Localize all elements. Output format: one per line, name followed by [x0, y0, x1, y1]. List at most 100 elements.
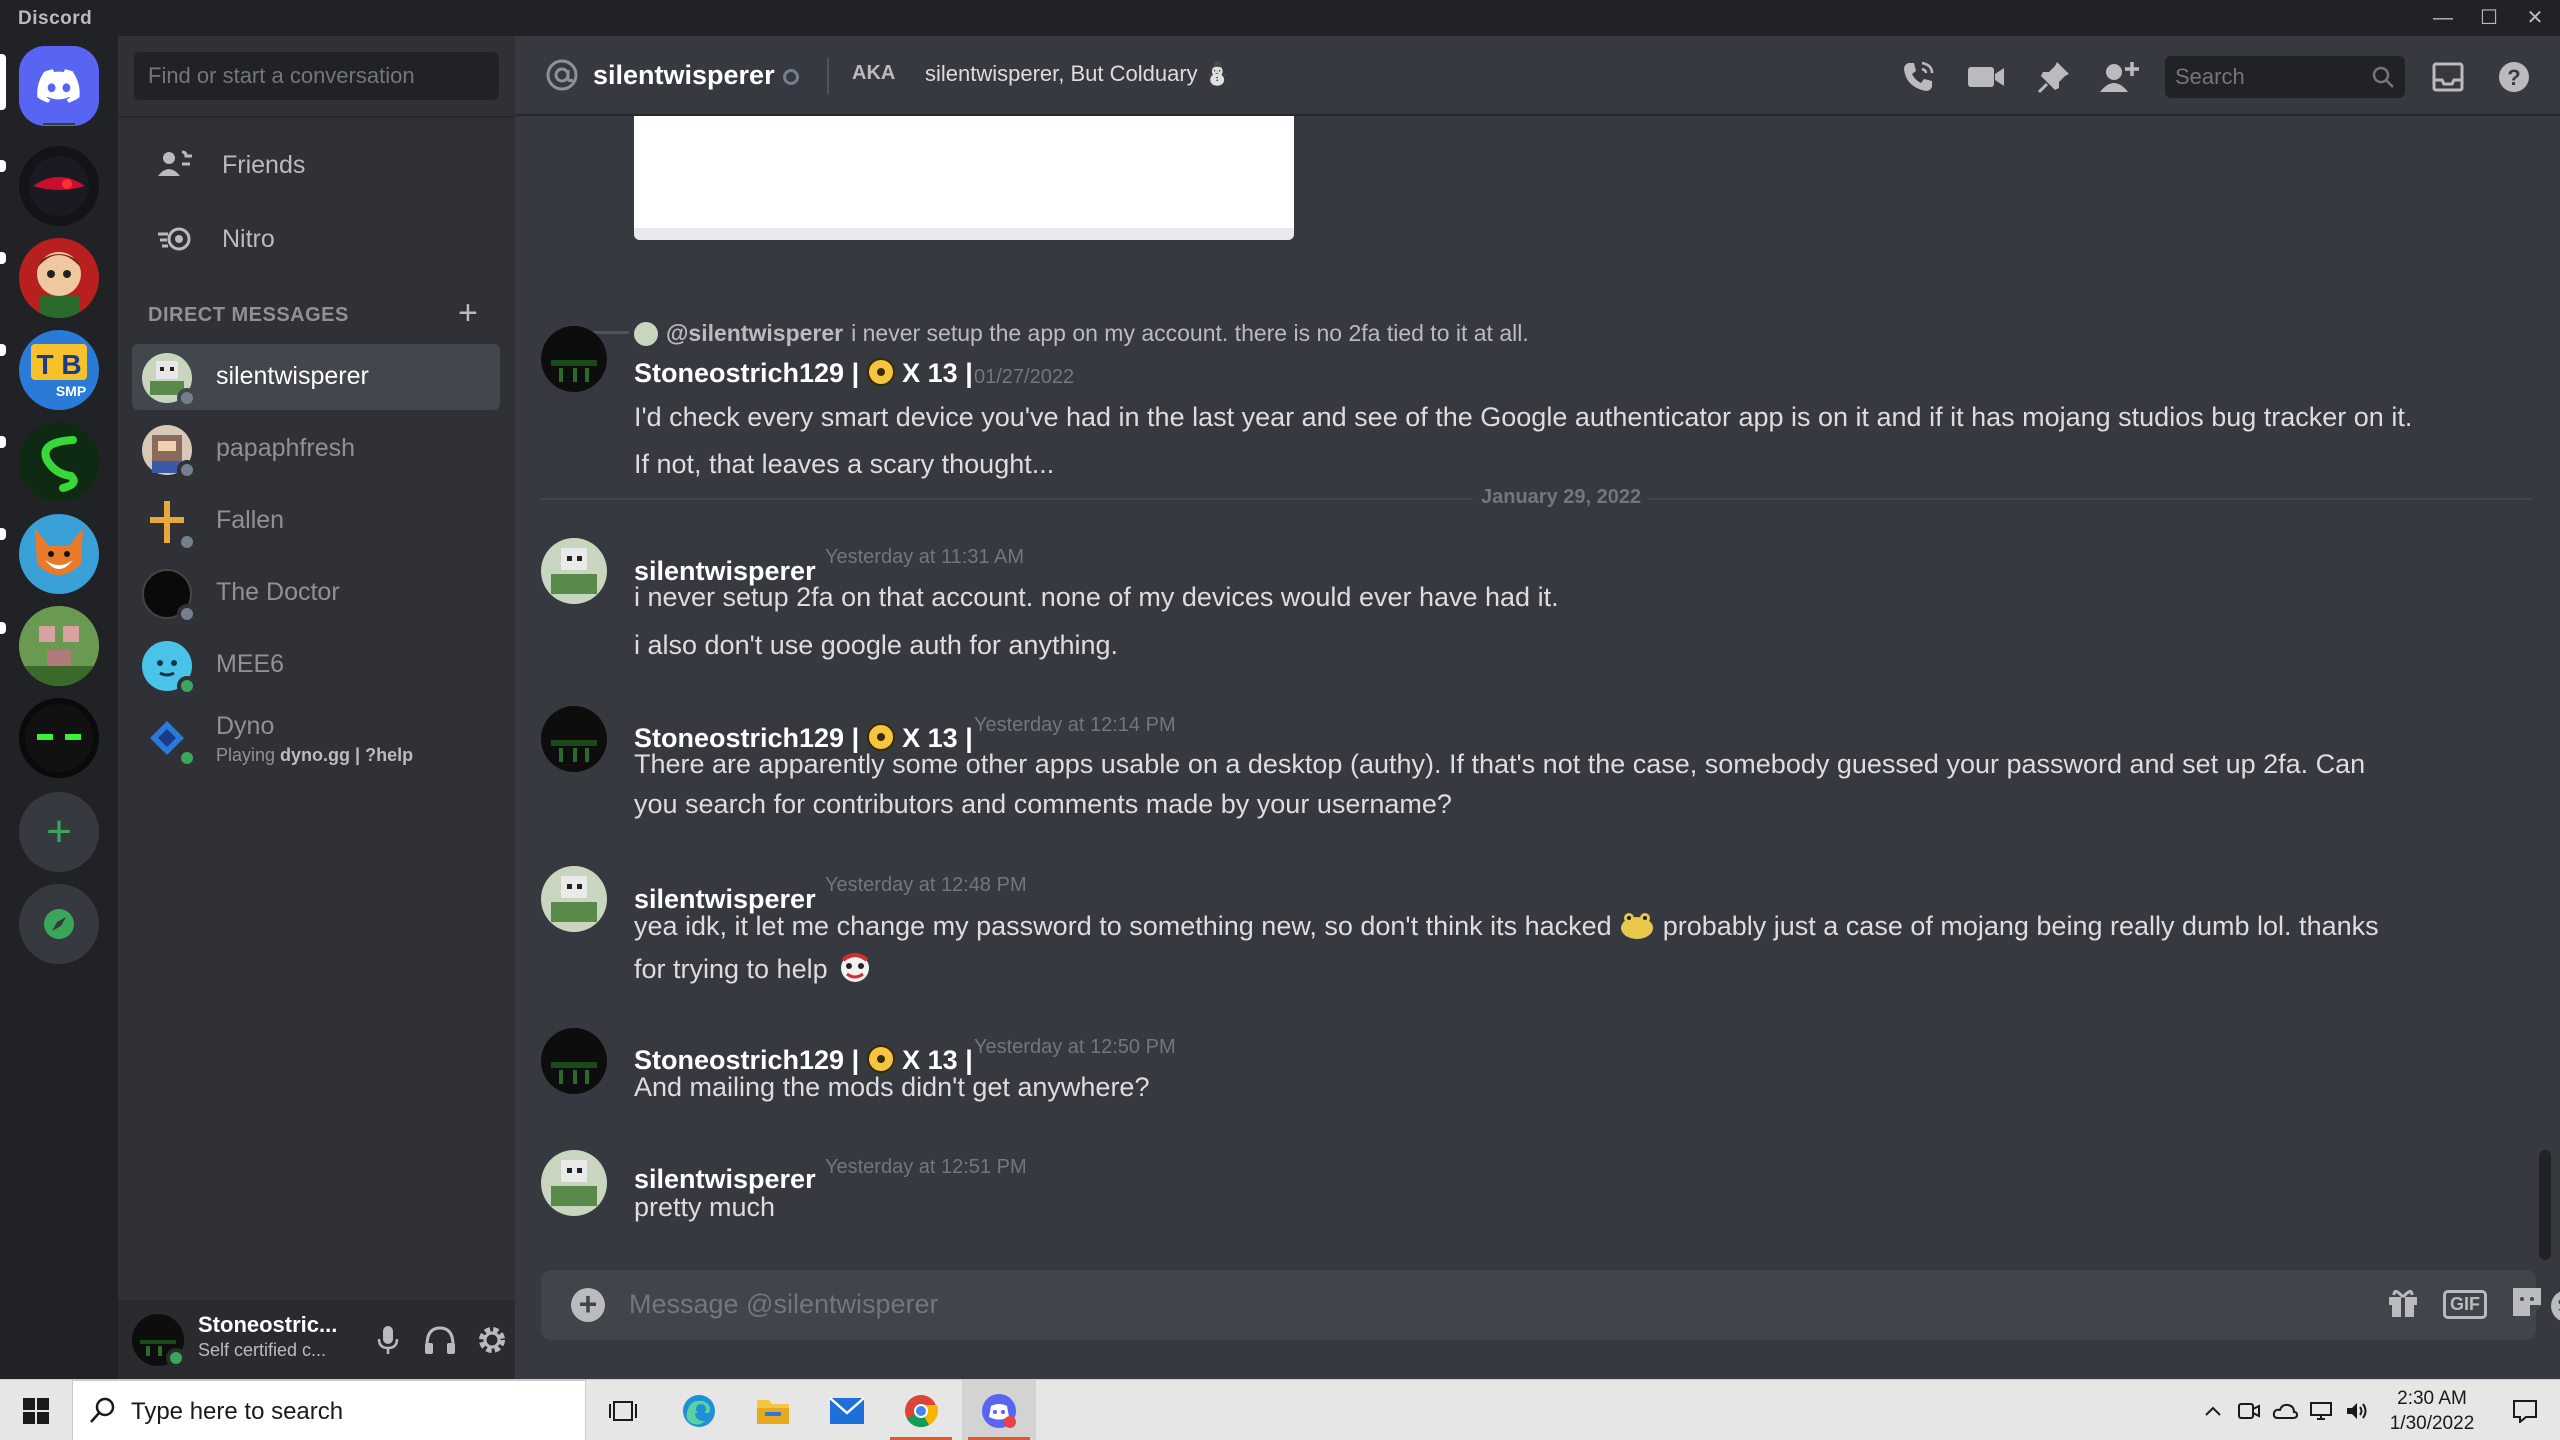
author-avatar[interactable]: [541, 1028, 607, 1094]
chat-scrollbar[interactable]: [2539, 1150, 2551, 1260]
add-server-button[interactable]: +: [19, 792, 99, 872]
start-button[interactable]: [0, 1380, 72, 1440]
activity-game: dyno.gg | ?help: [280, 745, 414, 765]
help-icon: ?: [2499, 62, 2529, 92]
taskbar-search-box[interactable]: Type here to search: [72, 1380, 586, 1440]
date-divider: January 29, 2022: [541, 486, 2533, 509]
server-icon-5[interactable]: [19, 514, 99, 594]
app-title: Discord: [18, 8, 93, 29]
close-button[interactable]: ✕: [2512, 0, 2558, 36]
onedrive-button[interactable]: [2268, 1380, 2302, 1440]
gift-button[interactable]: [2381, 1280, 2425, 1324]
dm-item-papaphfresh[interactable]: papaphfresh: [132, 416, 500, 482]
chrome-app-button[interactable]: [884, 1380, 958, 1440]
dm-item-mee6[interactable]: MEE6: [132, 632, 500, 698]
server-icon-2[interactable]: [19, 238, 99, 318]
search-icon: [90, 1397, 115, 1423]
dm-item-silentwisperer[interactable]: silentwisperer: [132, 344, 500, 410]
unread-indicator: [0, 160, 6, 172]
message-input[interactable]: Message @silentwisperer: [629, 1289, 939, 1320]
status-offline-icon: [177, 460, 197, 480]
header-search-input[interactable]: Search: [2165, 56, 2405, 98]
reply-reference[interactable]: @silentwisperer i never setup the app on …: [634, 320, 1529, 347]
mute-button[interactable]: [368, 1320, 408, 1360]
author-name[interactable]: Stoneostrich129 | X 13 |: [634, 358, 973, 389]
maximize-button[interactable]: ☐: [2466, 0, 2512, 36]
network-button[interactable]: [2304, 1380, 2338, 1440]
volume-button[interactable]: [2340, 1380, 2374, 1440]
server-icon-3[interactable]: T B SMP: [19, 330, 99, 410]
message-text: i never setup 2fa on that account. none …: [634, 582, 1559, 612]
minimize-button[interactable]: —: [2420, 0, 2466, 36]
user-settings-button[interactable]: [472, 1320, 512, 1360]
show-hidden-icons-button[interactable]: [2196, 1380, 2230, 1440]
author-name[interactable]: silentwisperer: [634, 1164, 816, 1195]
server-icon-6[interactable]: [19, 606, 99, 686]
pin-icon: [2037, 62, 2069, 94]
server-icon-1[interactable]: [19, 146, 99, 226]
snake-icon: [41, 436, 78, 492]
message-composer[interactable]: + Message @silentwisperer GIF: [541, 1270, 2541, 1340]
aka-names: silentwisperer, But Colduary ⛄: [925, 61, 1232, 86]
nav-friends[interactable]: Friends: [132, 132, 500, 198]
gif-button[interactable]: GIF: [2443, 1282, 2487, 1326]
start-voice-call-button[interactable]: [1895, 54, 1941, 100]
image-attachment[interactable]: [634, 116, 1294, 240]
status-online-icon: [177, 676, 197, 696]
dm-item-fallen[interactable]: Fallen: [132, 488, 500, 554]
inbox-button[interactable]: [2425, 54, 2471, 100]
notifications-button[interactable]: [2500, 1380, 2550, 1440]
video-camera-icon: [1968, 67, 2004, 87]
file-explorer-button[interactable]: [736, 1380, 810, 1440]
unread-indicator: [0, 344, 6, 356]
explore-servers-button[interactable]: [19, 884, 99, 964]
server-icon-4[interactable]: [19, 422, 99, 502]
dm-name: The Doctor: [216, 578, 340, 606]
chat-area: silentwisperer AKA silentwisperer, But C…: [515, 36, 2560, 1379]
home-button[interactable]: [19, 46, 99, 126]
reply-avatar: [634, 322, 658, 346]
create-dm-button[interactable]: +: [458, 294, 478, 333]
author-avatar[interactable]: [541, 706, 607, 772]
server-rail: T B SMP +: [0, 36, 118, 1379]
reply-mention: @silentwisperer: [666, 320, 844, 346]
find-conversation-input[interactable]: Find or start a conversation: [134, 52, 499, 100]
discord-app-button[interactable]: [962, 1380, 1036, 1440]
chevron-up-icon: [2205, 1406, 2221, 1416]
start-video-call-button[interactable]: [1963, 54, 2009, 100]
author-avatar[interactable]: [541, 326, 607, 392]
server-icon-7[interactable]: [19, 698, 99, 778]
dm-item-the-doctor[interactable]: The Doctor: [132, 560, 500, 626]
author-avatar[interactable]: [541, 538, 607, 604]
discord-logo-icon: [37, 69, 80, 103]
sticker-button[interactable]: [2505, 1280, 2549, 1324]
meet-now-button[interactable]: [2232, 1380, 2266, 1440]
user-panel: Stoneostric... Self certified c...: [118, 1300, 515, 1379]
upload-button[interactable]: +: [571, 1288, 605, 1322]
help-button[interactable]: ?: [2491, 54, 2537, 100]
nav-nitro[interactable]: Nitro: [132, 206, 500, 272]
task-view-button[interactable]: [586, 1380, 660, 1440]
author-avatar[interactable]: [541, 1150, 607, 1216]
chat-header: silentwisperer AKA silentwisperer, But C…: [515, 36, 2560, 116]
emoji-button[interactable]: [2545, 1284, 2560, 1328]
edge-app-button[interactable]: [662, 1380, 736, 1440]
timestamp: Yesterday at 12:14 PM: [974, 714, 1176, 736]
pinned-messages-button[interactable]: [2031, 54, 2077, 100]
windows-taskbar: Type here to search 2:30 AM 1/30/2022: [0, 1379, 2560, 1440]
status-offline-icon: [177, 604, 197, 624]
dm-item-dyno[interactable]: Dyno Playing dyno.gg | ?help: [132, 704, 500, 770]
mail-app-button[interactable]: [810, 1380, 884, 1440]
add-friends-to-dm-button[interactable]: [2097, 54, 2143, 100]
author-avatar[interactable]: [541, 866, 607, 932]
cloud-icon: [2272, 1403, 2298, 1419]
deafen-button[interactable]: [420, 1320, 460, 1360]
chrome-icon: [905, 1394, 939, 1427]
windows-logo-icon: [23, 1397, 49, 1424]
speaker-icon: [2347, 1402, 2367, 1419]
unread-indicator: [0, 622, 6, 634]
taskbar-clock[interactable]: 2:30 AM 1/30/2022: [2372, 1386, 2492, 1436]
inbox-icon: [2432, 62, 2464, 92]
meet-icon: [2238, 1402, 2260, 1419]
date-divider-label: January 29, 2022: [1473, 486, 1650, 509]
